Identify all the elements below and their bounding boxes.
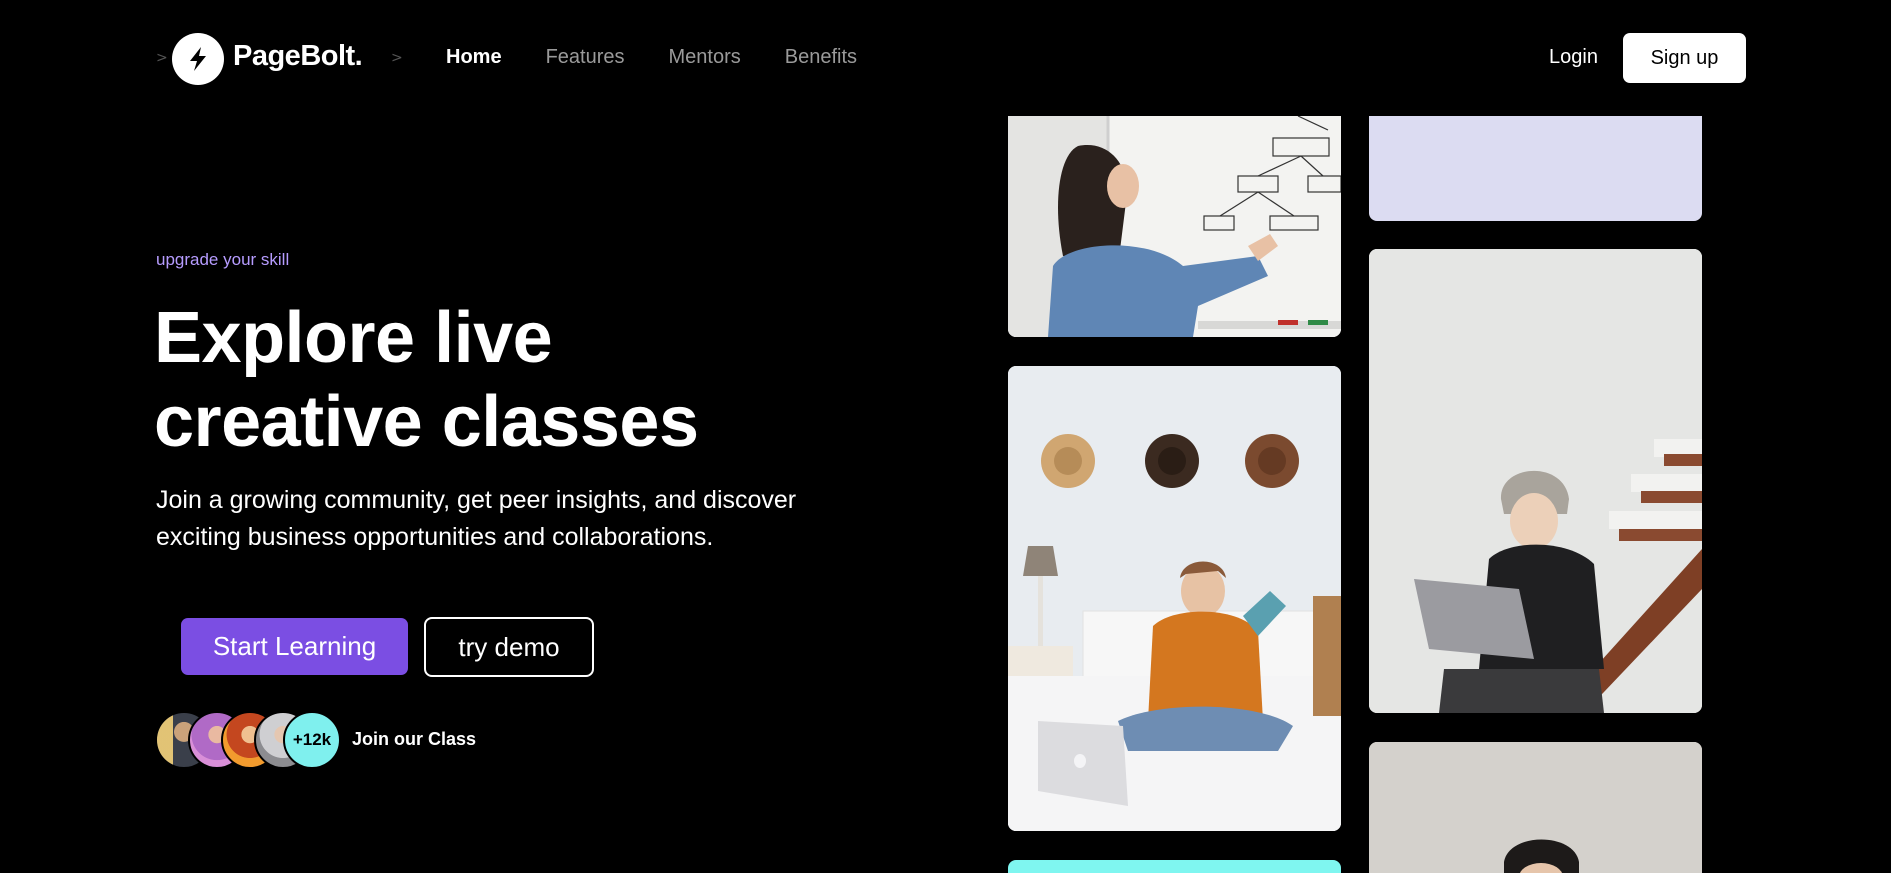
subtitle-line-1: Join a growing community, get peer insig… [156, 486, 797, 514]
brand-name: PageBolt. [233, 40, 363, 72]
login-link[interactable]: Login [1549, 46, 1598, 69]
photo-woman-at-whiteboard [1008, 116, 1341, 337]
whiteboard-illustration [1008, 116, 1341, 337]
photo-person-with-laptop-on-stairs [1369, 249, 1702, 713]
bedroom-illustration [1008, 366, 1341, 831]
member-count-badge: +12k [283, 711, 341, 769]
nav-link-features[interactable]: Features [546, 46, 625, 69]
hero-headline: Explore live creative classes [154, 296, 914, 464]
photo-man-on-bed-reading [1008, 366, 1341, 831]
stairs-illustration [1369, 249, 1702, 713]
bolt-icon [181, 42, 215, 76]
signup-button[interactable]: Sign up [1623, 33, 1746, 83]
brand-logo-link[interactable] [172, 33, 224, 85]
join-class-link[interactable]: Join our Class [352, 729, 476, 750]
lavender-panel [1369, 116, 1702, 221]
hero-eyebrow: upgrade your skill [156, 250, 290, 269]
nav-link-home[interactable]: Home [446, 46, 502, 69]
portrait-illustration [1369, 742, 1702, 873]
cyan-panel [1008, 860, 1341, 873]
photo-woman-with-glasses [1369, 742, 1702, 873]
headline-line-1: Explore live [154, 298, 553, 378]
chevron-right-icon: > [391, 50, 403, 66]
nav-link-mentors[interactable]: Mentors [669, 46, 741, 69]
hero-subtitle: Join a growing community, get peer insig… [156, 482, 916, 556]
subtitle-line-2: exciting business opportunities and coll… [156, 523, 714, 551]
try-demo-button[interactable]: try demo [424, 617, 594, 677]
nav-link-benefits[interactable]: Benefits [785, 46, 857, 69]
headline-line-2: creative classes [154, 382, 699, 462]
top-navbar: > PageBolt. > Home Features Mentors Bene… [0, 0, 1891, 116]
chevron-right-icon: > [156, 50, 168, 66]
main-nav: Home Features Mentors Benefits [446, 46, 901, 69]
start-learning-button[interactable]: Start Learning [181, 618, 408, 675]
